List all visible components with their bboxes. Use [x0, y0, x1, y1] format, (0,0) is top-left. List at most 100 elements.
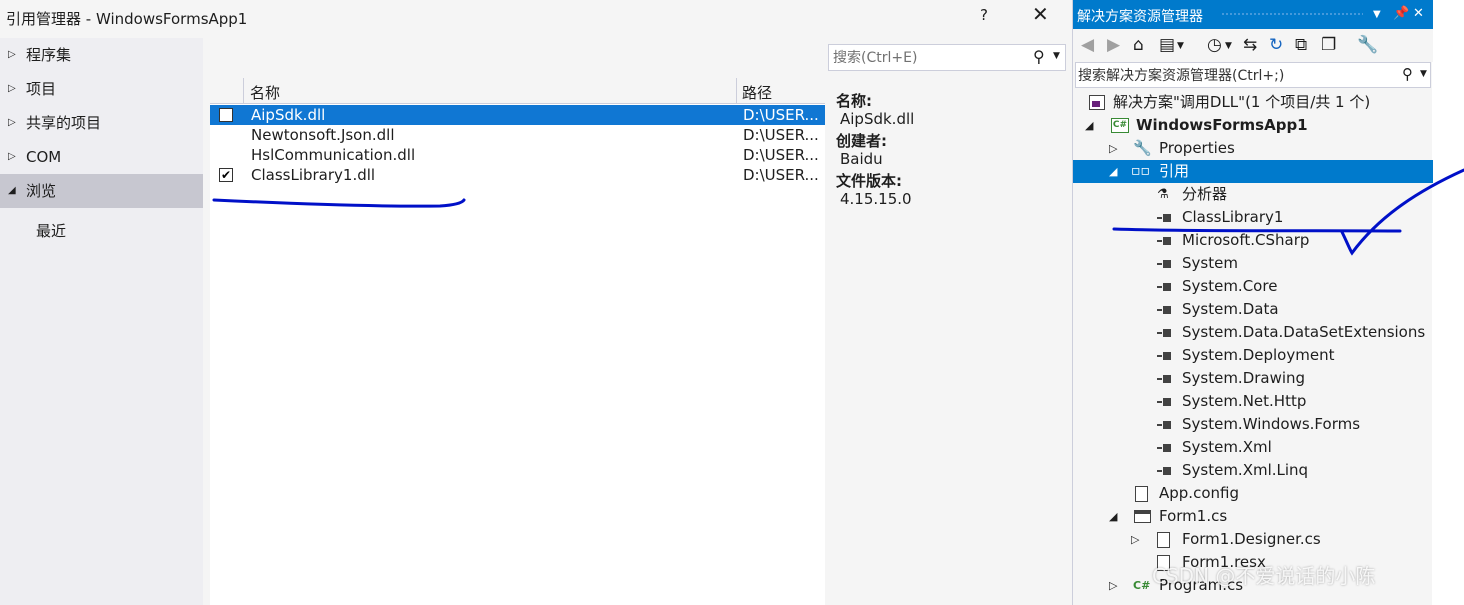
nav-item-com[interactable]: ▷ COM	[0, 140, 203, 174]
nav-item-projects[interactable]: ▷ 项目	[0, 72, 203, 106]
row-name: AipSdk.dll	[251, 106, 326, 124]
solution-explorer: 解决方案资源管理器 ▼ 📌 ✕ ◀ ▶ ⌂ ▤ ▼ ◷ ▼ ⇆ ↻ ⧉ ❐ 🔧 …	[1072, 0, 1433, 605]
tree-node-label: System.Data	[1182, 300, 1279, 318]
chevron-down-icon[interactable]: ▼	[1225, 41, 1232, 51]
reference-icon	[1157, 329, 1171, 337]
column-divider[interactable]	[736, 78, 737, 104]
switch-views-icon[interactable]: ▤	[1159, 35, 1175, 55]
reference-icon	[1157, 352, 1171, 360]
copy-icon[interactable]: ❐	[1321, 35, 1336, 55]
dialog-title: 引用管理器 - WindowsFormsApp1	[6, 10, 248, 28]
search-icon[interactable]: ⚲	[1402, 65, 1413, 83]
analyzer-icon: ⚗	[1157, 187, 1169, 202]
expand-arrow-icon: ▷	[8, 151, 16, 162]
list-row[interactable]: HslCommunication.dll D:\USER...	[210, 145, 825, 165]
collapse-arrow-icon[interactable]: ◢	[1085, 114, 1093, 137]
detail-creator-label: 创建者:	[836, 132, 887, 150]
search-input[interactable]	[1078, 66, 1388, 86]
tree-node-reference[interactable]: System.Xml	[1073, 436, 1433, 459]
tree-node-label: Form1.Designer.cs	[1182, 530, 1321, 548]
wrench-icon[interactable]: 🔧	[1357, 35, 1378, 55]
pin-icon[interactable]: 📌	[1393, 6, 1409, 21]
pending-changes-icon[interactable]: ◷	[1207, 35, 1222, 55]
nav-item-shared-projects[interactable]: ▷ 共享的项目	[0, 106, 203, 140]
chevron-down-icon[interactable]: ▼	[1420, 69, 1427, 79]
solution-search-box[interactable]: ⚲ ▼	[1075, 62, 1431, 88]
tree-node-reference[interactable]: Microsoft.CSharp	[1073, 229, 1433, 252]
help-button[interactable]: ?	[980, 6, 988, 24]
close-button[interactable]: ✕	[1032, 2, 1049, 26]
detail-creator-value: Baidu	[840, 150, 883, 168]
close-icon[interactable]: ✕	[1413, 6, 1424, 21]
tree-node-reference[interactable]: System.Deployment	[1073, 344, 1433, 367]
tree-node-label: Properties	[1159, 139, 1235, 157]
column-header-path[interactable]: 路径	[742, 82, 772, 103]
tree-node-references[interactable]: ◢ ▫▫ 引用	[1073, 160, 1433, 183]
list-row[interactable]: AipSdk.dll D:\USER...	[210, 105, 825, 125]
nav-item-label: 浏览	[26, 182, 57, 200]
nav-item-label: 共享的项目	[26, 114, 102, 132]
nav-item-assemblies[interactable]: ▷ 程序集	[0, 38, 203, 72]
nav-item-browse[interactable]: ◢ 浏览	[0, 174, 203, 208]
chevron-down-icon[interactable]: ▼	[1373, 9, 1381, 20]
tree-node-reference[interactable]: System.Net.Http	[1073, 390, 1433, 413]
nav-item-label: COM	[26, 148, 62, 166]
tree-node-label: Microsoft.CSharp	[1182, 231, 1310, 249]
tree-node-app-config[interactable]: App.config	[1073, 482, 1433, 505]
back-icon[interactable]: ◀	[1081, 35, 1094, 55]
tree-node-project[interactable]: ◢ C# WindowsFormsApp1	[1073, 114, 1433, 137]
expand-arrow-icon[interactable]: ▷	[1131, 528, 1139, 551]
nav-item-label: 程序集	[26, 46, 72, 64]
column-header-name[interactable]: 名称	[250, 82, 280, 103]
tree-node-solution[interactable]: 解决方案"调用DLL"(1 个项目/共 1 个)	[1073, 91, 1433, 114]
tree-node-reference[interactable]: ClassLibrary1	[1073, 206, 1433, 229]
chevron-down-icon[interactable]: ▼	[1177, 41, 1184, 51]
tree-node-reference[interactable]: System.Windows.Forms	[1073, 413, 1433, 436]
search-input[interactable]	[833, 48, 1023, 68]
tree-node-label: System.Windows.Forms	[1182, 415, 1361, 433]
drag-grip[interactable]	[1221, 12, 1363, 17]
collapse-all-icon[interactable]: ⧉	[1295, 35, 1307, 55]
expand-arrow-icon[interactable]: ▷	[1109, 137, 1117, 160]
form-icon	[1134, 510, 1151, 523]
column-divider[interactable]	[243, 78, 244, 104]
reference-search-box[interactable]: ⚲ ▼	[828, 44, 1066, 71]
expand-arrow-icon[interactable]: ▷	[1109, 574, 1117, 597]
reference-icon	[1157, 306, 1171, 314]
reference-icon	[1157, 375, 1171, 383]
row-path: D:\USER...	[743, 106, 819, 124]
list-row[interactable]: ✔ ClassLibrary1.dll D:\USER...	[210, 165, 825, 185]
reference-icon	[1157, 237, 1171, 245]
list-row[interactable]: Newtonsoft.Json.dll D:\USER...	[210, 125, 825, 145]
row-name: Newtonsoft.Json.dll	[251, 126, 395, 144]
tree-node-form1[interactable]: ◢ Form1.cs	[1073, 505, 1433, 528]
chevron-down-icon[interactable]: ▼	[1053, 51, 1060, 61]
collapse-arrow-icon[interactable]: ◢	[1109, 160, 1117, 183]
tree-node-label: WindowsFormsApp1	[1136, 116, 1308, 134]
refresh-icon[interactable]: ↻	[1269, 35, 1283, 55]
tree-node-reference[interactable]: System.Data	[1073, 298, 1433, 321]
wrench-icon: 🔧	[1133, 139, 1152, 157]
nav-item-recent[interactable]: 最近	[36, 220, 66, 241]
search-icon[interactable]: ⚲	[1033, 47, 1045, 66]
tree-node-label: System.Data.DataSetExtensions	[1182, 323, 1426, 341]
tree-node-properties[interactable]: ▷ 🔧 Properties	[1073, 137, 1433, 160]
tree-node-reference[interactable]: System.Data.DataSetExtensions	[1073, 321, 1433, 344]
tree-node-reference[interactable]: System.Core	[1073, 275, 1433, 298]
detail-name-label: 名称:	[836, 92, 872, 110]
tree-node-reference[interactable]: System.Xml.Linq	[1073, 459, 1433, 482]
tree-node-label: System.Xml.Linq	[1182, 461, 1309, 479]
sync-icon[interactable]: ⇆	[1243, 35, 1257, 55]
tree-node-label: System	[1182, 254, 1238, 272]
tree-node-reference[interactable]: System	[1073, 252, 1433, 275]
home-icon[interactable]: ⌂	[1133, 35, 1144, 55]
forward-icon[interactable]: ▶	[1107, 35, 1120, 55]
tree-node-reference[interactable]: System.Drawing	[1073, 367, 1433, 390]
tree-node-label: System.Deployment	[1182, 346, 1335, 364]
include-checkbox[interactable]	[219, 108, 233, 122]
include-checkbox[interactable]: ✔	[219, 168, 233, 182]
tree-node-form1-designer[interactable]: ▷ Form1.Designer.cs	[1073, 528, 1433, 551]
tree-node-analyzers[interactable]: ⚗ 分析器	[1073, 183, 1433, 206]
collapse-arrow-icon[interactable]: ◢	[1109, 505, 1117, 528]
solution-icon	[1089, 95, 1105, 110]
